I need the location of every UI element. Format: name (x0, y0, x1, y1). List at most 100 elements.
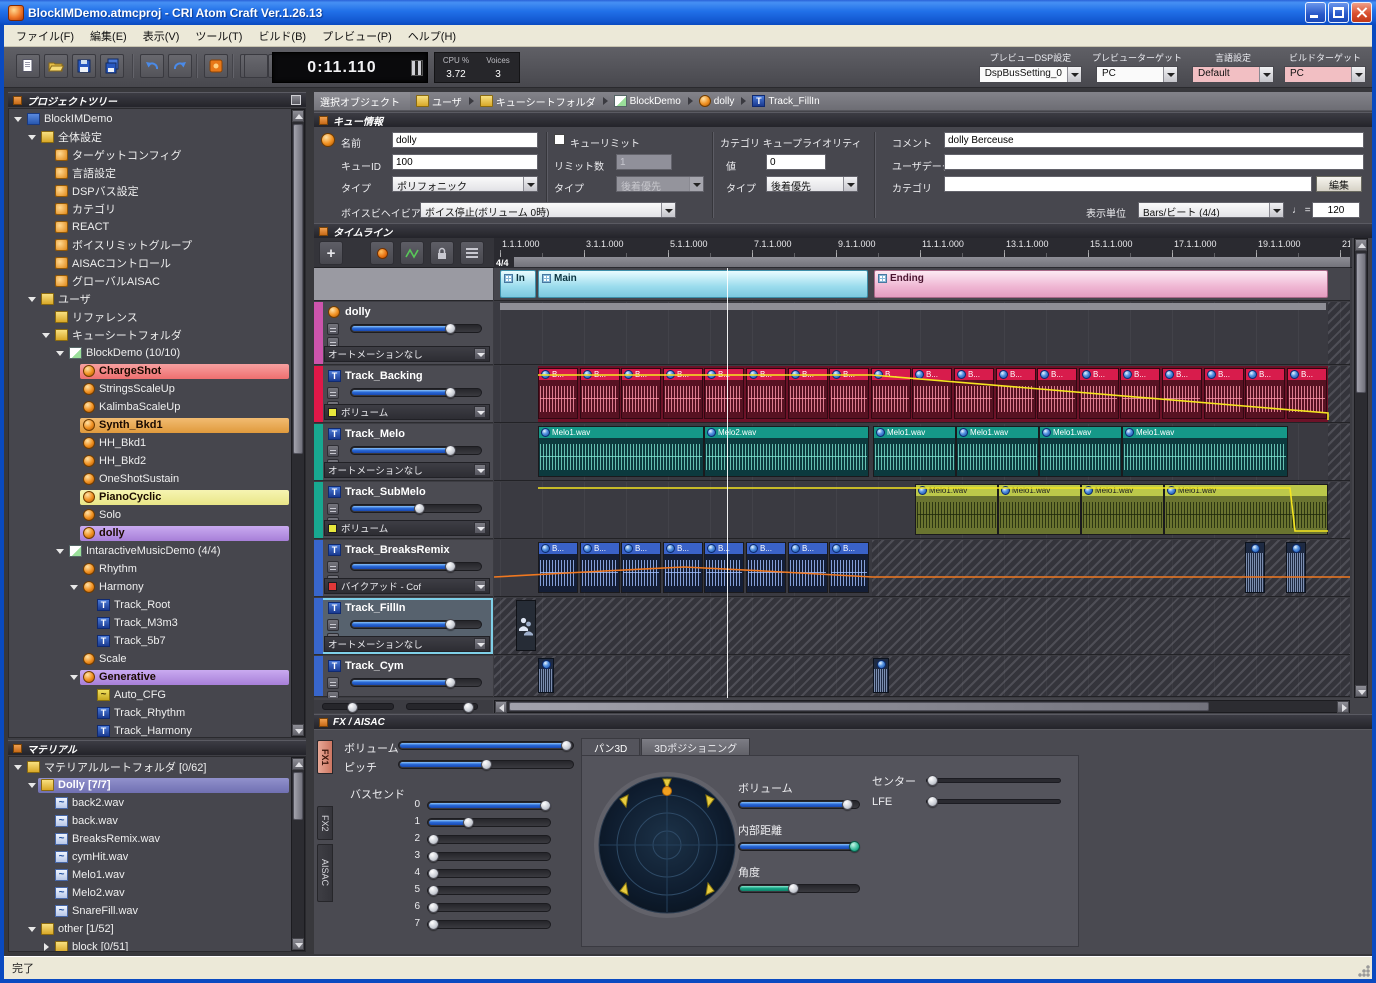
tree-expander-icon[interactable] (55, 348, 65, 358)
cue-type-dropdown[interactable]: ポリフォニック (392, 176, 538, 192)
audio-clip[interactable] (1245, 542, 1265, 593)
audio-clip[interactable]: Melo1.wav (1164, 484, 1328, 535)
tree-item[interactable]: キューシートフォルダ (10, 326, 289, 344)
cue-name-input[interactable] (392, 132, 538, 148)
block-in[interactable]: In (500, 270, 536, 298)
track-toggle-b-icon[interactable] (327, 691, 339, 698)
pan-3d-radar[interactable] (592, 770, 742, 920)
slider-knob[interactable] (481, 759, 492, 770)
display-unit-dropdown[interactable]: Bars/ビート (4/4) (1138, 202, 1284, 218)
slider-knob[interactable] (428, 885, 439, 896)
audio-clip[interactable]: B... (621, 368, 661, 419)
audio-clip[interactable]: B... (538, 368, 578, 419)
track-volume-slider[interactable] (350, 562, 482, 571)
track-automation-dropdown[interactable]: オートメーションなし (324, 462, 490, 478)
slider-knob[interactable] (842, 799, 853, 810)
comment-input[interactable] (944, 132, 1364, 148)
tree-item[interactable]: REACT (10, 218, 289, 236)
slider-knob[interactable] (561, 740, 572, 751)
lock-button[interactable] (430, 241, 454, 265)
playhead[interactable] (727, 268, 728, 698)
audio-clip[interactable]: Melo1.wav (873, 426, 956, 477)
tree-item[interactable]: OneShotSustain (10, 470, 289, 488)
redo-button[interactable] (168, 54, 192, 78)
bus-send-slider[interactable] (427, 818, 551, 826)
audio-clip[interactable]: Melo1.wav (956, 426, 1039, 477)
slider-knob[interactable] (445, 387, 456, 398)
audio-clip[interactable]: Melo1.wav (1081, 484, 1164, 535)
slider-groove[interactable] (350, 324, 482, 333)
save-button[interactable] (72, 54, 96, 78)
menu-item[interactable]: ヘルプ(H) (400, 25, 464, 47)
tree-item[interactable]: ターゲットコンフィグ (10, 146, 289, 164)
bus-send-slider[interactable] (427, 869, 551, 877)
slider-knob[interactable] (463, 817, 474, 828)
breadcrumb-item[interactable]: dolly (699, 95, 735, 107)
slider-groove[interactable] (738, 800, 860, 809)
scroll-up-icon[interactable] (292, 758, 304, 770)
tempo-input[interactable] (1312, 202, 1360, 218)
audio-clip[interactable]: Melo2.wav (704, 426, 869, 477)
track-automation-dropdown[interactable]: ボリューム (324, 404, 490, 420)
material-scrollbar[interactable] (291, 757, 305, 951)
track-toggle-a-icon[interactable] (327, 677, 339, 689)
new-project-button[interactable] (16, 54, 40, 78)
tree-expander-icon[interactable] (27, 132, 37, 142)
record-button[interactable] (370, 241, 394, 265)
tree-expander-icon[interactable] (27, 780, 37, 790)
dropdown-arrow-icon[interactable] (474, 580, 486, 592)
audio-clip[interactable]: B... (954, 368, 994, 419)
slider-groove[interactable] (926, 778, 1061, 783)
zoom-slider-v[interactable] (406, 703, 478, 710)
play-button[interactable] (244, 54, 268, 78)
slider-groove[interactable] (427, 852, 551, 861)
tree-item[interactable]: back.wav (10, 812, 289, 830)
open-project-button[interactable] (44, 54, 68, 78)
tree-expander-icon[interactable] (27, 294, 37, 304)
slider-knob[interactable] (445, 445, 456, 456)
tree-item[interactable]: 言語設定 (10, 164, 289, 182)
tree-item[interactable]: Solo (10, 506, 289, 524)
scroll-up-icon[interactable] (1355, 239, 1367, 251)
audio-clip[interactable]: B... (788, 368, 828, 419)
dropdown-arrow-icon[interactable] (474, 406, 486, 418)
tree-item[interactable]: グローバルAISAC (10, 272, 289, 290)
undo-button[interactable] (140, 54, 164, 78)
slider-knob[interactable] (445, 677, 456, 688)
tree-item[interactable]: Melo2.wav (10, 884, 289, 902)
audio-clip[interactable]: B... (1245, 368, 1285, 419)
slider-knob[interactable] (414, 503, 425, 514)
audio-clip[interactable]: Melo1.wav (1039, 426, 1122, 477)
audio-clip[interactable]: B... (1287, 368, 1327, 419)
tree-item[interactable]: other [1/52] (10, 920, 289, 938)
tree-item[interactable]: ボイスリミットグループ (10, 236, 289, 254)
tree-expander-icon[interactable] (55, 546, 65, 556)
track-toggle-a-icon[interactable] (327, 561, 339, 573)
tree-item[interactable]: IntaractiveMusicDemo (4/4) (10, 542, 289, 560)
tree-item[interactable]: Scale (10, 650, 289, 668)
track-header-dolly[interactable]: dollyオートメーションなし (314, 302, 493, 365)
audio-clip[interactable]: B... (580, 368, 620, 419)
bus-send-slider[interactable] (427, 903, 551, 911)
scrollbar-handle[interactable] (293, 772, 303, 820)
timeline-ruler[interactable]: 4/4 1.1.1.0003.1.1.0005.1.1.0007.1.1.000… (494, 238, 1350, 268)
menu-item[interactable]: ツール(T) (187, 25, 250, 47)
track-automation-dropdown[interactable]: オートメーションなし (324, 346, 490, 362)
tree-item[interactable]: BlockIMDemo (10, 110, 289, 128)
timeline-vscrollbar[interactable] (1354, 238, 1368, 698)
breadcrumb-item[interactable]: キューシートフォルダ (480, 94, 596, 109)
project-tree-scrollbar[interactable] (291, 109, 305, 737)
menu-item[interactable]: 編集(E) (82, 25, 135, 47)
tree-item[interactable]: back2.wav (10, 794, 289, 812)
slider-knob[interactable] (927, 796, 938, 807)
breadcrumb-item[interactable]: ユーザ (416, 94, 462, 109)
preview-tool-button[interactable] (204, 54, 228, 78)
cue-limit-checkbox[interactable] (554, 134, 565, 145)
slider-knob[interactable] (428, 902, 439, 913)
tree-item[interactable]: block [0/51] (10, 938, 289, 952)
slider-groove[interactable] (738, 842, 860, 851)
fx-side-tab[interactable]: FX2 (317, 806, 333, 840)
tree-item[interactable]: Track_Harmony (10, 722, 289, 738)
track-toggle-a-icon[interactable] (327, 619, 339, 631)
scroll-down-icon[interactable] (292, 938, 304, 950)
